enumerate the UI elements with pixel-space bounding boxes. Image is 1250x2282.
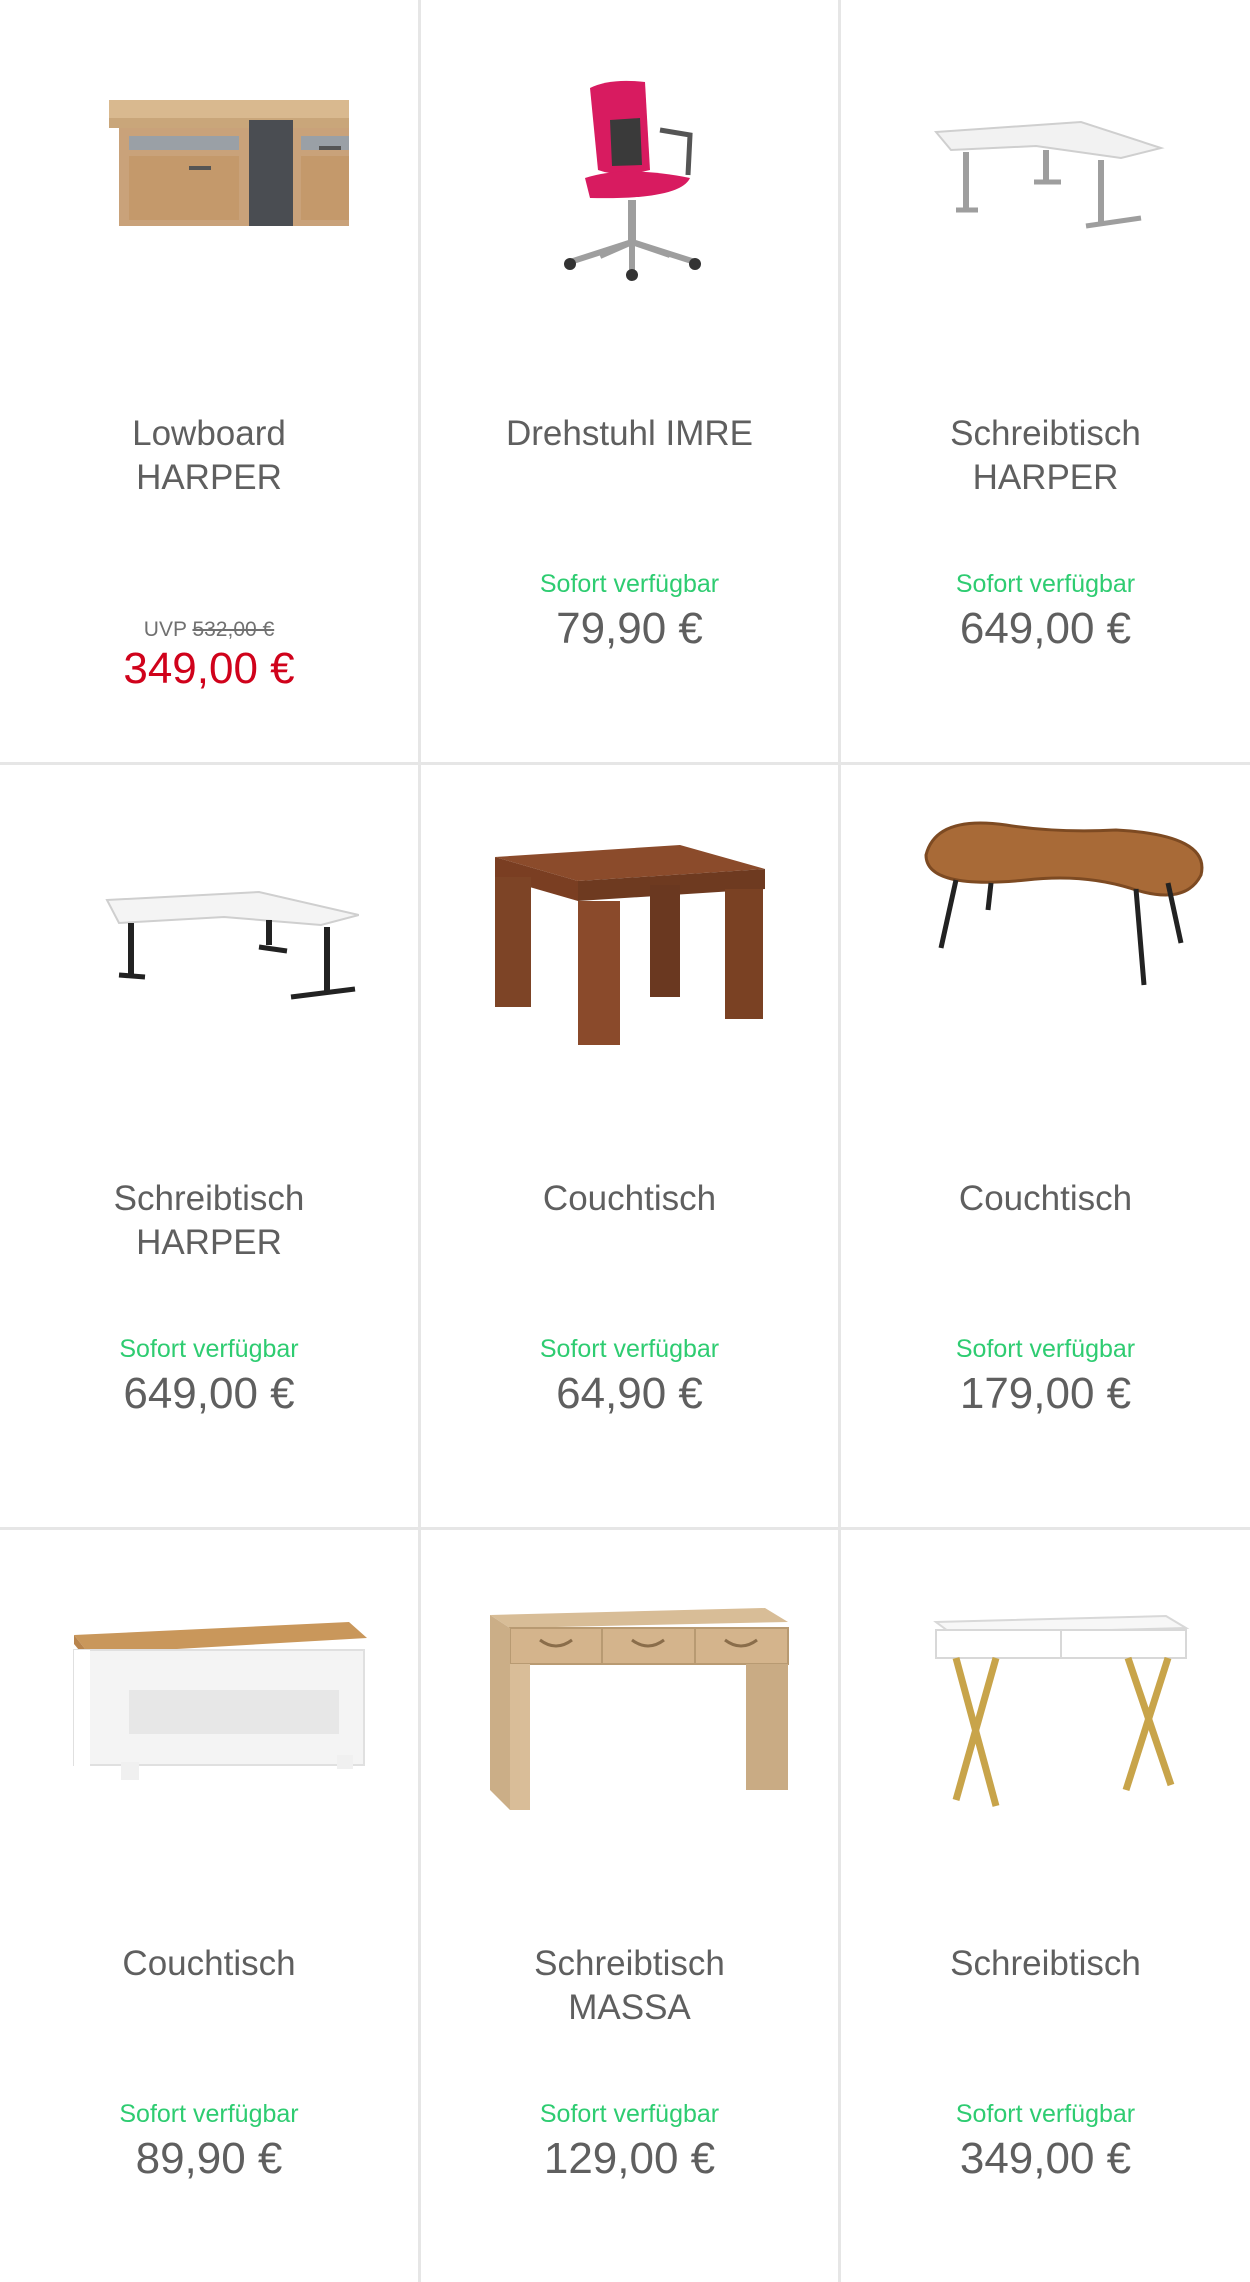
product-card-schreibtisch-gold[interactable]: Schreibtisch Sofort verfügbar 349,00 € — [841, 1530, 1250, 2282]
product-price: 179,00 € — [959, 1369, 1132, 1418]
product-image-wrapper[interactable] — [841, 0, 1250, 400]
product-price: 349,00 € — [959, 2134, 1132, 2183]
product-grid: Lowboard HARPER UVP 532,00 € 349,00 € Dr… — [0, 0, 1250, 2282]
kidney-coffee-table-image — [923, 821, 1203, 986]
product-card-schreibtisch-massa[interactable]: Schreibtisch MASSA Sofort verfügbar 129,… — [421, 1530, 838, 2282]
availability-status: Sofort verfügbar — [955, 570, 1136, 598]
product-image-wrapper[interactable] — [0, 0, 418, 400]
availability-status: Sofort verfügbar — [119, 2100, 299, 2128]
availability-status: Sofort verfügbar — [539, 1335, 720, 1363]
product-title[interactable]: Couchtisch — [441, 1177, 818, 1221]
availability-status: Sofort verfügbar — [539, 2100, 720, 2128]
product-card-couchtisch-kidney[interactable]: Couchtisch Sofort verfügbar 179,00 € — [841, 765, 1250, 1527]
product-image-wrapper[interactable] — [421, 1530, 838, 1930]
product-price: 649,00 € — [123, 1369, 295, 1418]
corner-desk-black-legs-image — [105, 890, 359, 1000]
availability-status: Sofort verfügbar — [539, 570, 720, 598]
product-image-wrapper[interactable] — [841, 765, 1250, 1165]
wooden-side-table-image — [494, 845, 765, 1045]
product-image-wrapper[interactable] — [0, 765, 418, 1165]
product-price: 649,00 € — [959, 604, 1132, 653]
white-gold-desk-image — [932, 1614, 1189, 1807]
product-title[interactable]: Couchtisch — [861, 1177, 1230, 1221]
product-title[interactable]: Schreibtisch HARPER — [861, 412, 1230, 500]
lowboard-harper-image — [109, 100, 349, 226]
product-title[interactable]: Drehstuhl IMRE — [441, 412, 818, 456]
uvp-price: UVP 532,00 € — [0, 618, 418, 642]
product-image-wrapper[interactable] — [841, 1530, 1250, 1930]
product-price: 79,90 € — [556, 604, 703, 653]
sale-price: 349,00 € — [123, 644, 295, 693]
product-image-wrapper[interactable] — [0, 1530, 418, 1930]
uvp-amount: 532,00 € — [192, 618, 275, 641]
product-card-couchtisch-wood[interactable]: Couchtisch Sofort verfügbar 64,90 € — [421, 765, 838, 1527]
product-image-wrapper[interactable] — [421, 0, 838, 400]
product-price: 129,00 € — [543, 2134, 716, 2183]
product-price: 64,90 € — [556, 1369, 703, 1418]
product-title[interactable]: Schreibtisch MASSA — [441, 1942, 818, 2030]
oak-desk-drawers-image — [489, 1608, 789, 1810]
uvp-label: UVP — [143, 618, 187, 641]
product-image-wrapper[interactable] — [421, 765, 838, 1165]
product-card-schreibtisch-harper[interactable]: Schreibtisch HARPER Sofort verfügbar 649… — [841, 0, 1250, 762]
product-title[interactable]: Couchtisch — [20, 1942, 398, 1986]
product-card-drehstuhl-imre[interactable]: Drehstuhl IMRE Sofort verfügbar 79,90 € — [421, 0, 838, 762]
availability-status: Sofort verfügbar — [119, 1335, 299, 1363]
office-chair-image — [563, 80, 701, 281]
product-card-lowboard-harper[interactable]: Lowboard HARPER UVP 532,00 € 349,00 € — [0, 0, 418, 762]
product-card-couchtisch-white[interactable]: Couchtisch Sofort verfügbar 89,90 € — [0, 1530, 418, 2282]
corner-desk-white-image — [933, 120, 1165, 229]
product-title[interactable]: Schreibtisch HARPER — [20, 1177, 398, 1265]
white-oak-coffee-table-image — [73, 1622, 367, 1780]
availability-status: Sofort verfügbar — [955, 2100, 1136, 2128]
product-price: 89,90 € — [135, 2134, 283, 2183]
product-card-schreibtisch-harper-black[interactable]: Schreibtisch HARPER Sofort verfügbar 649… — [0, 765, 418, 1527]
product-title[interactable]: Lowboard HARPER — [20, 412, 398, 500]
product-title[interactable]: Schreibtisch — [861, 1942, 1230, 1986]
availability-status: Sofort verfügbar — [955, 1335, 1136, 1363]
